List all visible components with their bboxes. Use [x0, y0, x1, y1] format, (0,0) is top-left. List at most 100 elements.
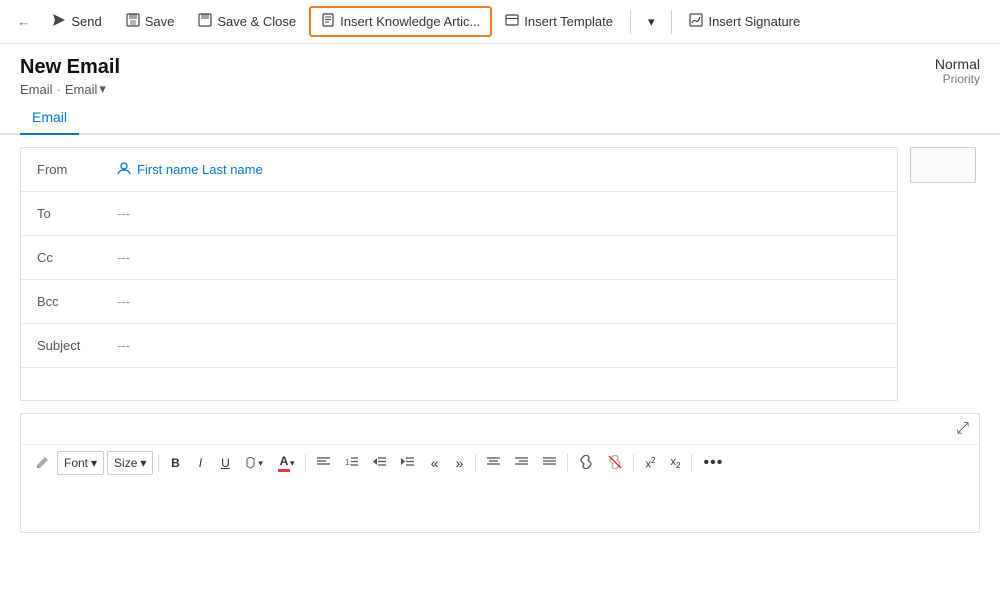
bcc-value[interactable]: --- — [117, 294, 130, 309]
toolbar-separator-1 — [630, 10, 631, 34]
side-panel-box — [910, 147, 976, 183]
knowledge-icon — [321, 13, 335, 30]
bcc-label: Bcc — [37, 294, 117, 309]
insert-template-button[interactable]: Insert Template — [494, 7, 624, 36]
subscript-button[interactable]: x2 — [664, 451, 686, 475]
send-button[interactable]: Send — [41, 7, 112, 36]
subscript-icon: x2 — [671, 456, 681, 470]
toolbar-separator-2 — [671, 10, 672, 34]
form-row-cc: Cc --- — [21, 236, 897, 280]
form-row-bcc: Bcc --- — [21, 280, 897, 324]
unlink-button[interactable] — [602, 451, 628, 475]
back-button[interactable]: ← — [8, 8, 39, 35]
side-panel — [910, 147, 980, 401]
insert-signature-button[interactable]: Insert Signature — [678, 7, 811, 36]
indent-decrease-icon — [373, 456, 386, 470]
editor-sep-3 — [475, 454, 476, 472]
insert-knowledge-button[interactable]: Insert Knowledge Artic... — [309, 6, 492, 37]
save-close-button[interactable]: Save & Close — [187, 7, 307, 36]
align-left-icon — [317, 456, 330, 470]
justify-icon — [543, 456, 556, 470]
subtitle-dropdown[interactable]: Email ▾ — [65, 81, 106, 97]
link-icon — [579, 455, 593, 472]
save-label: Save — [145, 14, 175, 29]
align-center-icon — [487, 456, 500, 470]
expand-button[interactable]: ⤢ — [952, 418, 973, 440]
align-right-button[interactable] — [509, 451, 534, 475]
save-icon — [126, 13, 140, 30]
send-icon — [52, 13, 66, 30]
clear-format-button[interactable] — [29, 451, 54, 475]
font-color-chevron-icon: ▾ — [290, 458, 295, 469]
font-color-icon: A — [278, 454, 290, 472]
tab-bar: Email — [0, 101, 1000, 135]
justify-button[interactable] — [537, 451, 562, 475]
from-value[interactable]: First name Last name — [117, 161, 263, 178]
form-row-empty — [21, 368, 897, 400]
font-color-swatch — [278, 469, 290, 472]
save-button[interactable]: Save — [115, 7, 186, 36]
cc-label: Cc — [37, 250, 117, 265]
priority-sub: Priority — [935, 72, 980, 86]
from-label: From — [37, 162, 117, 177]
ordered-list-icon: 1. — [345, 456, 358, 470]
subtitle-email-2: Email — [65, 82, 98, 97]
bold-button[interactable]: B — [164, 451, 186, 475]
subject-label: Subject — [37, 338, 117, 353]
font-chevron-icon: ▾ — [91, 456, 97, 470]
superscript-button[interactable]: x2 — [639, 451, 661, 475]
subject-value[interactable]: --- — [117, 338, 130, 353]
highlight-button[interactable]: ▾ — [239, 451, 269, 475]
cc-value[interactable]: --- — [117, 250, 130, 265]
save-close-label: Save & Close — [217, 14, 296, 29]
font-dropdown[interactable]: Font ▾ — [57, 451, 104, 475]
italic-button[interactable]: I — [189, 451, 211, 475]
link-button[interactable] — [573, 451, 599, 475]
main-toolbar: ← Send Save Save & Close Insert Knowledg… — [0, 0, 1000, 44]
italic-icon: I — [199, 456, 202, 470]
signature-icon — [689, 13, 703, 30]
more-options-button[interactable]: ••• — [697, 451, 729, 475]
to-label: To — [37, 206, 117, 221]
form-row-from: From First name Last name — [21, 148, 897, 192]
bold-icon: B — [171, 456, 180, 470]
editor-sep-6 — [691, 454, 692, 472]
priority-label: Normal — [935, 56, 980, 72]
expand-icon: ⤢ — [956, 420, 969, 437]
header-right: Normal Priority — [935, 56, 980, 86]
block-quote-close-icon: » — [456, 455, 464, 471]
back-icon: ← — [17, 14, 30, 29]
unlink-icon — [608, 455, 622, 472]
tab-email-label: Email — [32, 109, 67, 125]
eraser-icon — [35, 455, 48, 471]
align-center-button[interactable] — [481, 451, 506, 475]
block-quote-open-icon: « — [431, 455, 439, 471]
from-name: First name Last name — [137, 162, 263, 177]
tab-email[interactable]: Email — [20, 101, 79, 135]
more-options-icon: ••• — [703, 454, 723, 472]
size-chevron-icon: ▾ — [140, 456, 146, 470]
indent-increase-button[interactable] — [395, 451, 420, 475]
ordered-list-button[interactable]: 1. — [339, 451, 364, 475]
send-label: Send — [71, 14, 101, 29]
template-icon — [505, 13, 519, 30]
align-left-button[interactable] — [311, 451, 336, 475]
underline-button[interactable]: U — [214, 451, 236, 475]
dropdown-chevron-button[interactable]: ▾ — [637, 8, 666, 36]
indent-decrease-button[interactable] — [367, 451, 392, 475]
form-row-to: To --- — [21, 192, 897, 236]
highlight-chevron-icon: ▾ — [258, 458, 263, 469]
font-color-button[interactable]: A ▾ — [272, 451, 301, 475]
user-icon — [117, 161, 131, 178]
size-label: Size — [114, 456, 137, 470]
form-row-subject: Subject --- — [21, 324, 897, 368]
to-value[interactable]: --- — [117, 206, 130, 221]
save-close-icon — [198, 13, 212, 30]
block-quote-open-button[interactable]: « — [423, 451, 445, 475]
subtitle-chevron-icon: ▾ — [99, 81, 106, 97]
email-form: From First name Last name To --- Cc --- … — [20, 147, 898, 401]
size-dropdown[interactable]: Size ▾ — [107, 451, 153, 475]
highlight-icon: ▾ — [245, 457, 263, 470]
subtitle-email-1: Email — [20, 82, 53, 97]
block-quote-close-button[interactable]: » — [448, 451, 470, 475]
